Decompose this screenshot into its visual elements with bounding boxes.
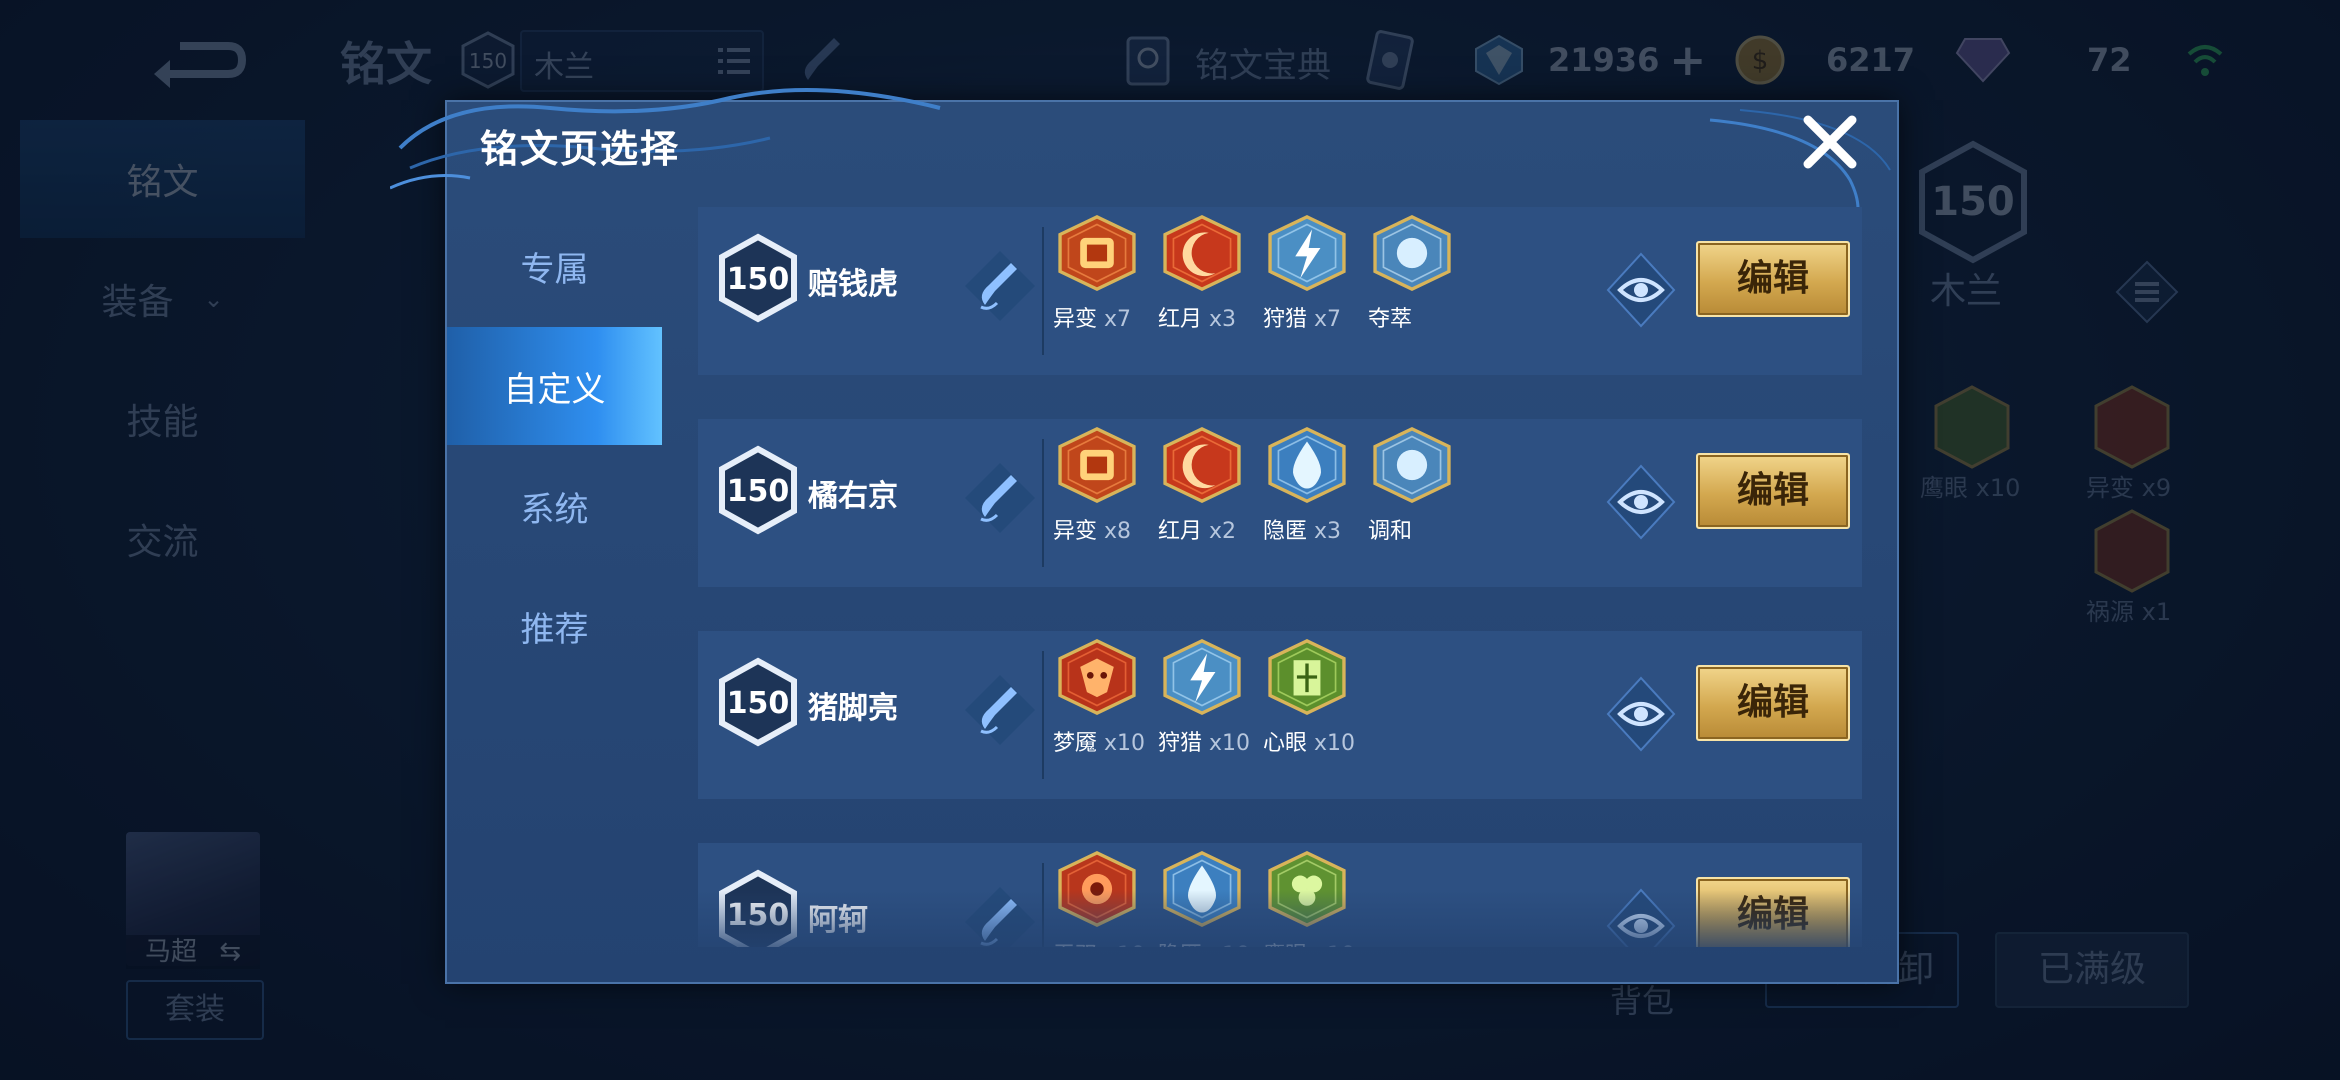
rename-brush-icon[interactable] bbox=[963, 673, 1037, 747]
rune-name: 夺萃 bbox=[1368, 307, 1413, 332]
rune-page-name: 猪脚亮 bbox=[808, 691, 898, 726]
preview-eye-icon[interactable] bbox=[1606, 676, 1676, 752]
rune-name: 狩猎 bbox=[1263, 307, 1308, 332]
rune-name: 狩猎 bbox=[1158, 731, 1203, 756]
rune-label: 调和 bbox=[1368, 513, 1412, 545]
rune-page-name: 赔钱虎 bbox=[808, 267, 898, 302]
rune-label: 狩猎 x10 bbox=[1158, 725, 1250, 757]
rune-label: 狩猎 x7 bbox=[1263, 301, 1341, 333]
row-divider bbox=[1042, 651, 1044, 779]
rune-page-name: 橘右京 bbox=[808, 479, 898, 514]
rune-name: 异变 bbox=[1053, 307, 1098, 332]
rune-name: 异变 bbox=[1053, 519, 1098, 544]
rune-slot[interactable]: 异变 x7 bbox=[1053, 207, 1153, 375]
preview-eye-icon[interactable] bbox=[1606, 252, 1676, 328]
rune-label: 红月 x3 bbox=[1158, 301, 1236, 333]
rune-list: 异变 x7 红月 x3 狩猎 x7 夺萃 bbox=[1053, 207, 1613, 375]
rename-brush-icon[interactable] bbox=[963, 461, 1037, 535]
rune-label: 梦魇 x10 bbox=[1053, 725, 1145, 757]
edit-button[interactable]: 编辑 bbox=[1696, 241, 1850, 317]
rune-label: 异变 x8 bbox=[1053, 513, 1131, 545]
rune-name: 隐匿 bbox=[1263, 519, 1308, 544]
rune-count: x3 bbox=[1307, 519, 1342, 544]
rune-slot[interactable]: 心眼 x10 bbox=[1263, 631, 1363, 799]
rune-list: 异变 x8 红月 x2 隐匿 x3 调和 bbox=[1053, 419, 1613, 587]
close-x-icon[interactable] bbox=[1800, 112, 1860, 172]
svg-text:150: 150 bbox=[727, 686, 790, 721]
rune-label: 红月 x2 bbox=[1158, 513, 1236, 545]
edit-button[interactable]: 编辑 bbox=[1696, 665, 1850, 741]
rune-count: x3 bbox=[1202, 307, 1237, 332]
rune-slot[interactable]: 红月 x2 bbox=[1158, 419, 1258, 587]
tab-recommended[interactable]: 推荐 bbox=[447, 567, 662, 685]
rename-brush-icon[interactable] bbox=[963, 249, 1037, 323]
rune-name: 红月 bbox=[1158, 307, 1203, 332]
rune-label: 隐匿 x3 bbox=[1263, 513, 1341, 545]
level-badge-icon: 150 bbox=[719, 445, 797, 535]
svg-text:150: 150 bbox=[727, 262, 790, 297]
rune-list: 梦魇 x10 狩猎 x10 心眼 x10 bbox=[1053, 631, 1613, 799]
rune-slot[interactable]: 红月 x3 bbox=[1158, 207, 1258, 375]
rune-label: 夺萃 bbox=[1368, 301, 1412, 333]
modal-title: 铭文页选择 bbox=[480, 127, 681, 171]
rune-name: 梦魇 bbox=[1053, 731, 1098, 756]
rune-slot[interactable]: 调和 bbox=[1368, 419, 1468, 587]
tab-custom[interactable]: 自定义 bbox=[447, 327, 662, 445]
rune-label: 异变 x7 bbox=[1053, 301, 1131, 333]
rune-count: x10 bbox=[1307, 731, 1356, 756]
preview-eye-icon[interactable] bbox=[1606, 464, 1676, 540]
rune-count: x2 bbox=[1202, 519, 1237, 544]
rune-slot[interactable]: 隐匿 x3 bbox=[1263, 419, 1363, 587]
tab-system[interactable]: 系统 bbox=[447, 447, 662, 565]
rune-name: 心眼 bbox=[1263, 731, 1308, 756]
rune-page-list[interactable]: 150 赔钱虎 异变 x7 红月 x3 狩猎 x7 夺萃 编辑 150 橘右京 … bbox=[698, 207, 1862, 947]
rune-count: x10 bbox=[1097, 731, 1146, 756]
rune-name: 红月 bbox=[1158, 519, 1203, 544]
rune-slot[interactable]: 狩猎 x10 bbox=[1158, 631, 1258, 799]
rune-count: x8 bbox=[1097, 519, 1132, 544]
row-divider bbox=[1042, 227, 1044, 355]
rune-page-row[interactable]: 150 猪脚亮 梦魇 x10 狩猎 x10 心眼 x10 编辑 bbox=[698, 631, 1862, 799]
rune-page-row[interactable]: 150 赔钱虎 异变 x7 红月 x3 狩猎 x7 夺萃 编辑 bbox=[698, 207, 1862, 375]
rune-name: 调和 bbox=[1368, 519, 1413, 544]
rune-label: 心眼 x10 bbox=[1263, 725, 1355, 757]
tab-exclusive[interactable]: 专属 bbox=[447, 207, 662, 325]
level-badge-icon: 150 bbox=[719, 657, 797, 747]
svg-text:150: 150 bbox=[727, 474, 790, 509]
rune-slot[interactable]: 梦魇 x10 bbox=[1053, 631, 1153, 799]
rune-slot[interactable]: 夺萃 bbox=[1368, 207, 1468, 375]
edit-button[interactable]: 编辑 bbox=[1696, 453, 1850, 529]
rune-slot[interactable]: 异变 x8 bbox=[1053, 419, 1153, 587]
rune-slot[interactable]: 狩猎 x7 bbox=[1263, 207, 1363, 375]
rune-count: x10 bbox=[1202, 731, 1251, 756]
rune-count: x7 bbox=[1307, 307, 1342, 332]
rune-page-row[interactable]: 150 橘右京 异变 x8 红月 x2 隐匿 x3 调和 编辑 bbox=[698, 419, 1862, 587]
rune-count: x7 bbox=[1097, 307, 1132, 332]
row-divider bbox=[1042, 439, 1044, 567]
list-fade bbox=[698, 890, 1862, 950]
level-badge-icon: 150 bbox=[719, 233, 797, 323]
